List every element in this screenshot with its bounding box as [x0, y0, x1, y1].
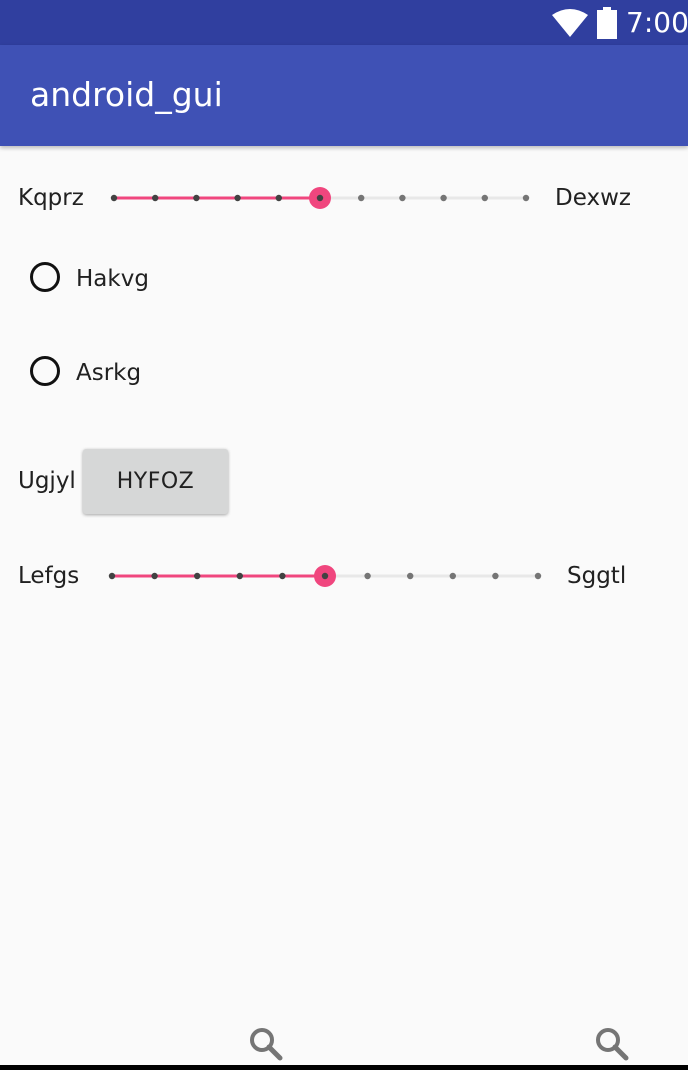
slider1-right-label: Dexwz — [555, 185, 631, 211]
slider2-left-label: Lefgs — [18, 563, 80, 589]
slider2-tick — [279, 572, 286, 580]
slider1-thumb-dot — [316, 194, 324, 202]
slider1[interactable] — [106, 183, 534, 213]
slider2-tick — [108, 572, 116, 580]
status-bar: 7:00 — [0, 0, 688, 45]
slider1-tick — [522, 194, 530, 202]
bottom-edge — [0, 1065, 688, 1070]
wifi-icon — [552, 9, 588, 37]
radio-button-hakvg[interactable] — [30, 262, 60, 292]
slider2-tick — [151, 572, 158, 580]
slider1-tick — [110, 194, 118, 202]
radio-button-asrkg[interactable] — [30, 356, 60, 386]
slider1-tick — [440, 194, 447, 202]
slider2-right-label: Sggtl — [567, 563, 627, 589]
slider1-tick — [358, 194, 365, 202]
hyfoz-button[interactable]: HYFOZ — [83, 449, 228, 514]
slider2-tick — [449, 572, 456, 580]
battery-icon — [597, 7, 617, 39]
app-bar: android_gui — [0, 45, 688, 146]
slider1-left-label: Kqprz — [18, 185, 84, 211]
search-icon[interactable] — [595, 1027, 629, 1061]
slider1-tick — [275, 194, 282, 202]
slider2-tick — [534, 572, 542, 580]
app-title: android_gui — [30, 75, 223, 114]
slider2-tick — [194, 572, 201, 580]
slider2[interactable] — [104, 561, 546, 591]
slider1-tick — [234, 194, 241, 202]
slider2-tick — [236, 572, 243, 580]
slider1-tick — [481, 194, 488, 202]
radio-label-hakvg: Hakvg — [76, 266, 149, 292]
slider1-tick — [399, 194, 406, 202]
button-row-label: Ugjyl — [18, 468, 76, 494]
slider1-tick — [193, 194, 200, 202]
status-clock: 7:00 — [626, 6, 688, 39]
slider1-tick — [152, 194, 159, 202]
slider2-tick — [407, 572, 414, 580]
slider2-tick — [492, 572, 499, 580]
slider2-thumb-dot — [321, 572, 329, 580]
slider2-tick — [364, 572, 371, 580]
search-icon[interactable] — [249, 1027, 283, 1061]
radio-label-asrkg: Asrkg — [76, 360, 142, 386]
